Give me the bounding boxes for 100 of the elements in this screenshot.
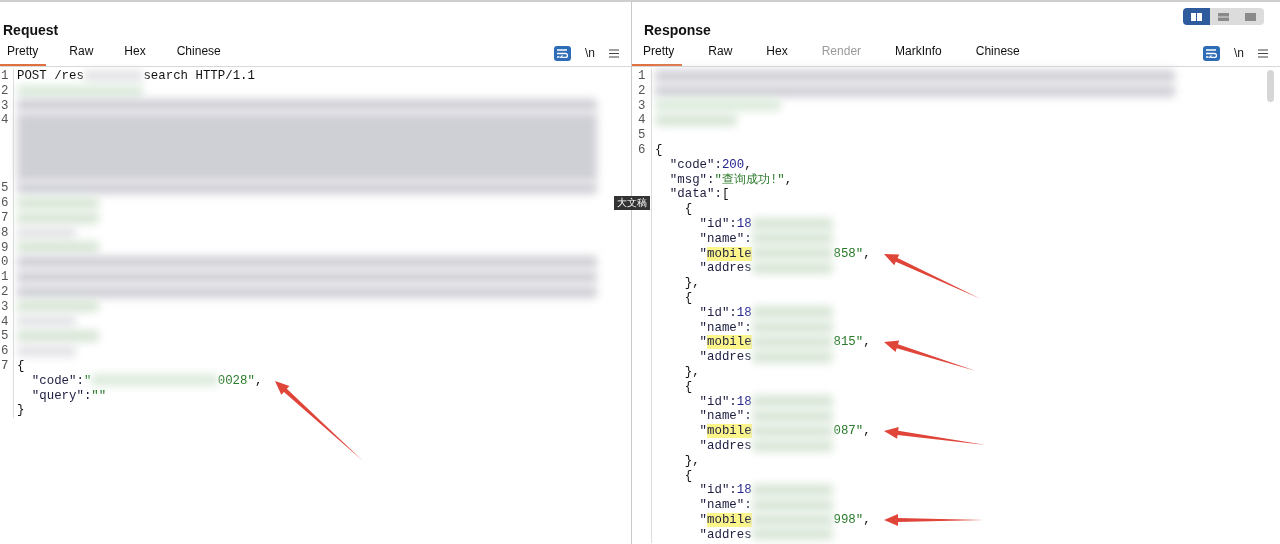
tab[interactable]: Chinese <box>169 43 229 66</box>
code-token: " <box>83 373 92 388</box>
code-token: "name": <box>698 498 752 513</box>
pane-title: Response <box>644 22 711 38</box>
tab[interactable]: Hex <box>117 43 154 66</box>
code-token: { <box>683 468 693 483</box>
code-token: "addres <box>698 261 752 276</box>
code-token: "msg": <box>668 172 715 187</box>
line-number: 3 <box>1 299 9 314</box>
line-number: 8 <box>1 225 9 240</box>
code-token: { <box>17 358 25 373</box>
tab[interactable]: Raw <box>62 43 102 66</box>
code-token: 18 <box>736 305 752 320</box>
code-token: mobile <box>707 424 752 439</box>
scrollbar[interactable] <box>1267 70 1274 102</box>
line-number: 5 <box>1 181 9 196</box>
code-token: , <box>784 172 793 187</box>
code-token: { <box>683 202 693 217</box>
line-number: 6 <box>1 196 9 211</box>
line-number: 6 <box>1 344 9 359</box>
code-token: "code": <box>30 373 84 388</box>
line-number: 3 <box>638 98 646 113</box>
code-token: { <box>655 143 663 157</box>
layout-button[interactable] <box>1183 8 1210 25</box>
line-number: 2 <box>1 284 9 299</box>
code-token: , <box>863 246 871 261</box>
code-token: "name": <box>698 231 752 246</box>
line-number: 1 <box>1 270 9 285</box>
code-token: }, <box>683 364 700 379</box>
tab[interactable]: MarkInfo <box>884 43 950 66</box>
line-number: 5 <box>1 329 9 344</box>
code-token: }, <box>683 453 700 468</box>
line-number: 7 <box>1 211 9 225</box>
tab[interactable]: Hex <box>755 43 796 66</box>
code-token: "name": <box>698 320 752 335</box>
tab[interactable]: Pretty <box>0 43 47 66</box>
code-token: " <box>698 335 708 350</box>
code-token: { <box>683 290 693 305</box>
code-token: "id": <box>698 483 737 498</box>
rows-layout-icon <box>1218 12 1229 21</box>
code-token: [ <box>721 187 730 202</box>
code-token: 200 <box>721 157 745 172</box>
code-token: 858" <box>833 246 864 261</box>
pane-title: Request <box>3 22 59 38</box>
code-token: , <box>863 512 871 527</box>
code-token: 998" <box>833 512 864 527</box>
menu-icon <box>1258 48 1268 58</box>
line-number: 1 <box>638 69 646 83</box>
columns-layout-icon <box>1191 12 1202 21</box>
line-number: 0 <box>1 255 9 270</box>
line-number: 2 <box>1 83 9 98</box>
newline-toggle[interactable]: \n <box>585 44 595 62</box>
code-token: { <box>683 379 693 394</box>
line-number: 3 <box>1 98 9 113</box>
code-token: 815" <box>833 335 864 350</box>
code-token: "data": <box>668 187 722 202</box>
line-number: 5 <box>638 128 646 143</box>
menu-icon <box>609 48 619 58</box>
word-wrap-toggle[interactable] <box>554 45 571 61</box>
code-token: "code": <box>668 157 722 172</box>
tooltip: 大文稿 <box>614 196 650 210</box>
tab[interactable]: Raw <box>697 43 741 66</box>
code-token: "id": <box>698 305 737 320</box>
code-token: 0028" <box>217 373 255 388</box>
code-token: "" <box>91 388 107 403</box>
code-token: , <box>254 373 263 388</box>
code-token: "id": <box>698 216 737 231</box>
newline-toggle[interactable]: \n <box>1234 44 1244 62</box>
code-token: } <box>17 403 25 418</box>
code-token: "addres <box>698 438 752 453</box>
single-layout-icon <box>1245 12 1256 21</box>
code-token: 087" <box>833 424 864 439</box>
code-token: "name": <box>698 409 752 424</box>
code-token: , <box>863 424 871 439</box>
line-number: 1 <box>1 69 9 83</box>
line-number: 6 <box>638 143 646 157</box>
code-token: "id": <box>698 394 737 409</box>
line-number: 4 <box>1 113 9 128</box>
code-token: " <box>698 512 708 527</box>
code-token: 18 <box>736 216 752 231</box>
code-token: mobile <box>707 512 752 527</box>
code-token: search HTTP/1.1 <box>143 69 255 83</box>
code-token: , <box>744 157 752 172</box>
tab[interactable]: Pretty <box>632 43 683 66</box>
code-token: " <box>698 246 708 261</box>
code-token: "query": <box>30 388 92 403</box>
code-token: 18 <box>736 394 752 409</box>
code-token: }, <box>683 276 700 291</box>
word-wrap-toggle[interactable] <box>1203 45 1220 61</box>
code-token: "addres <box>698 527 752 542</box>
tab[interactable]: Chinese <box>964 43 1028 66</box>
code-token: "查询成功!" <box>714 172 785 187</box>
line-number: 2 <box>638 83 646 98</box>
line-number: 4 <box>1 314 9 329</box>
code-token: , <box>863 335 871 350</box>
code-token: POST /res <box>17 69 84 83</box>
code-token: mobile <box>707 246 752 261</box>
code-token: mobile <box>707 335 752 350</box>
code-token: 18 <box>736 483 752 498</box>
code-token: " <box>698 424 708 439</box>
